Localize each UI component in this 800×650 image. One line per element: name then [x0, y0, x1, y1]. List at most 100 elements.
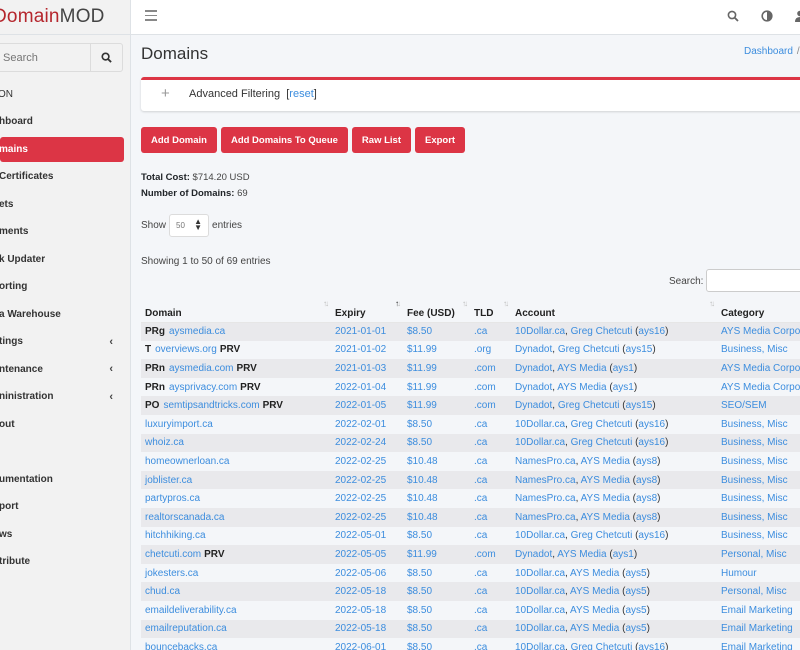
owner-link[interactable]: AYS Media [557, 363, 606, 374]
breadcrumb-dashboard-link[interactable]: Dashboard [744, 46, 793, 57]
account-username-link[interactable]: ays16 [638, 642, 665, 650]
sidebar-item-2[interactable]: Certificates [0, 163, 130, 191]
sidebar-search-button[interactable] [90, 44, 122, 71]
account-username-link[interactable]: ays16 [638, 326, 665, 337]
expiry-link[interactable]: 2022-02-24 [335, 437, 386, 448]
column-header-category[interactable]: Category [717, 296, 800, 323]
domain-link[interactable]: hitchhiking.ca [145, 530, 206, 541]
account-username-link[interactable]: ays16 [638, 530, 665, 541]
expiry-link[interactable]: 2021-01-03 [335, 363, 386, 374]
tld-link[interactable]: .ca [474, 623, 487, 634]
tld-link[interactable]: .com [474, 382, 496, 393]
column-header-account[interactable]: Account ↑↓ [511, 296, 717, 323]
registrar-link[interactable]: 10Dollar.ca [515, 605, 565, 616]
domain-link[interactable]: overviews.org [155, 344, 217, 355]
expiry-link[interactable]: 2022-01-05 [335, 400, 386, 411]
sidebar-item-10[interactable]: ninistration ‹ [0, 383, 130, 411]
category-link[interactable]: AYS Media Corporation [721, 326, 800, 337]
domain-link[interactable]: aysmedia.ca [169, 326, 225, 337]
owner-link[interactable]: Greg Chetcuti [571, 437, 633, 448]
category-link[interactable]: Business, Misc [721, 493, 788, 504]
owner-link[interactable]: AYS Media [581, 456, 630, 467]
expiry-link[interactable]: 2022-02-25 [335, 512, 386, 523]
fee-link[interactable]: $11.99 [407, 549, 437, 560]
domain-link[interactable]: emaildeliverability.ca [145, 605, 237, 616]
tld-link[interactable]: .ca [474, 437, 487, 448]
owner-link[interactable]: AYS Media [557, 382, 606, 393]
brand-logo[interactable]: DomainMOD [0, 0, 130, 35]
owner-link[interactable]: Greg Chetcuti [558, 344, 620, 355]
domain-link[interactable]: aysprivacy.com [169, 382, 237, 393]
expiry-link[interactable]: 2022-05-18 [335, 586, 386, 597]
contrast-icon[interactable] [761, 10, 773, 22]
registrar-link[interactable]: 10Dollar.ca [515, 437, 565, 448]
category-link[interactable]: AYS Media Corporation [721, 363, 800, 374]
tld-link[interactable]: .com [474, 400, 496, 411]
advanced-filtering-header[interactable]: Advanced Filtering [reset] [189, 88, 317, 100]
account-username-link[interactable]: ays8 [636, 456, 657, 467]
fee-link[interactable]: $10.48 [407, 456, 438, 467]
tld-link[interactable]: .com [474, 363, 496, 374]
tld-link[interactable]: .ca [474, 493, 487, 504]
sidebar-item-7[interactable]: a Warehouse [0, 301, 130, 329]
domain-link[interactable]: chetcuti.com [145, 549, 201, 560]
category-link[interactable]: Email Marketing [721, 623, 793, 634]
column-header-expiry[interactable]: Expiry ↑↓ [331, 296, 403, 323]
category-link[interactable]: AYS Media Corporation [721, 382, 800, 393]
registrar-link[interactable]: Dynadot [515, 400, 552, 411]
account-username-link[interactable]: ays5 [625, 586, 646, 597]
fee-link[interactable]: $11.99 [407, 400, 437, 411]
fee-link[interactable]: $8.50 [407, 623, 432, 634]
registrar-link[interactable]: 10Dollar.ca [515, 326, 565, 337]
column-header-fee[interactable]: Fee (USD) ↑↓ [403, 296, 470, 323]
account-username-link[interactable]: ays5 [625, 605, 646, 616]
expiry-link[interactable]: 2021-01-02 [335, 344, 386, 355]
hamburger-icon[interactable] [145, 10, 157, 24]
tld-link[interactable]: .ca [474, 586, 487, 597]
domain-link[interactable]: luxuryimport.ca [145, 419, 213, 430]
sidebar-item-5[interactable]: k Updater [0, 246, 130, 274]
registrar-link[interactable]: 10Dollar.ca [515, 586, 565, 597]
expiry-link[interactable]: 2022-05-06 [335, 568, 386, 579]
tld-link[interactable]: .ca [474, 568, 487, 579]
domain-link[interactable]: whoiz.ca [145, 437, 184, 448]
account-username-link[interactable]: ays5 [625, 568, 646, 579]
registrar-link[interactable]: NamesPro.ca [515, 493, 576, 504]
registrar-link[interactable]: 10Dollar.ca [515, 568, 565, 579]
column-header-tld[interactable]: TLD ↑↓ [470, 296, 511, 323]
category-link[interactable]: Business, Misc [721, 456, 788, 467]
fee-link[interactable]: $11.99 [407, 344, 437, 355]
tld-link[interactable]: .ca [474, 475, 487, 486]
registrar-link[interactable]: 10Dollar.ca [515, 419, 565, 430]
domain-link[interactable]: emailreputation.ca [145, 623, 227, 634]
fee-link[interactable]: $10.48 [407, 493, 438, 504]
sidebar-item-secondary-2[interactable]: ws [0, 521, 130, 549]
fee-link[interactable]: $8.50 [407, 437, 432, 448]
owner-link[interactable]: AYS Media [570, 623, 619, 634]
expiry-link[interactable]: 2022-05-01 [335, 530, 386, 541]
expiry-link[interactable]: 2022-02-01 [335, 419, 386, 430]
tld-link[interactable]: .ca [474, 419, 487, 430]
export-button[interactable]: Export [414, 127, 466, 153]
sidebar-item-secondary-1[interactable]: port [0, 493, 130, 521]
account-username-link[interactable]: ays1 [613, 549, 634, 560]
account-username-link[interactable]: ays1 [613, 382, 634, 393]
tld-link[interactable]: .ca [474, 605, 487, 616]
domain-link[interactable]: semtipsandtricks.com [163, 400, 259, 411]
expiry-link[interactable]: 2021-01-01 [335, 326, 386, 337]
owner-link[interactable]: Greg Chetcuti [571, 642, 633, 650]
fee-link[interactable]: $11.99 [407, 363, 437, 374]
fee-link[interactable]: $10.48 [407, 475, 438, 486]
expiry-link[interactable]: 2022-05-05 [335, 549, 386, 560]
domain-link[interactable]: chud.ca [145, 586, 180, 597]
expiry-link[interactable]: 2022-02-25 [335, 456, 386, 467]
account-username-link[interactable]: ays1 [613, 363, 634, 374]
fee-link[interactable]: $8.50 [407, 326, 432, 337]
category-link[interactable]: Business, Misc [721, 344, 788, 355]
owner-link[interactable]: AYS Media [570, 605, 619, 616]
domain-link[interactable]: jokesters.ca [145, 568, 198, 579]
domain-link[interactable]: aysmedia.com [169, 363, 233, 374]
sidebar-item-secondary-0[interactable]: umentation [0, 466, 130, 494]
tld-link[interactable]: .ca [474, 530, 487, 541]
sidebar-item-1[interactable]: mains [0, 136, 124, 162]
